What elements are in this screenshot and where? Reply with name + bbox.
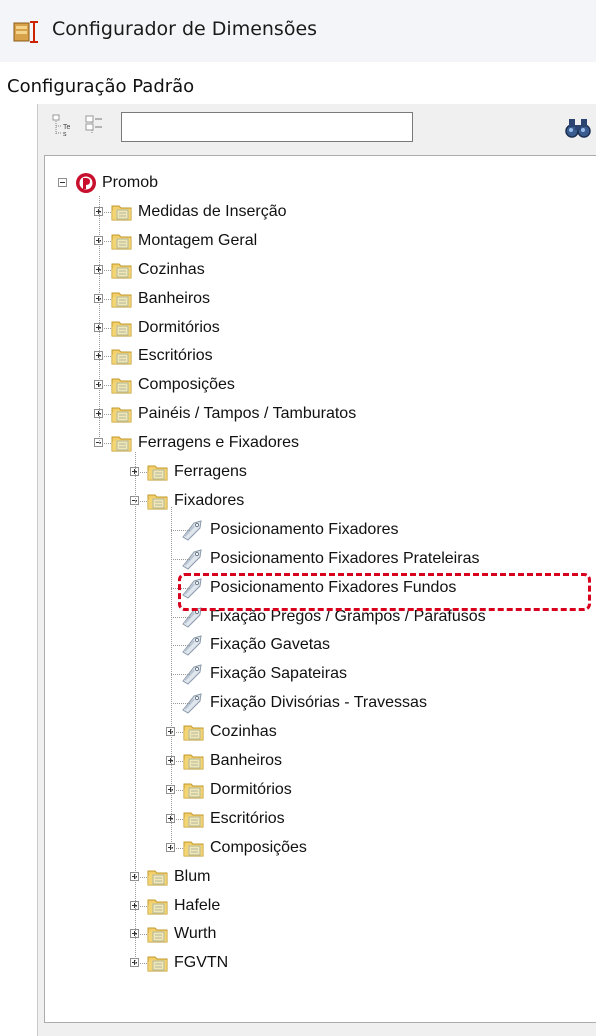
tree-node-label: Fixação Divisórias - Travessas (210, 694, 427, 712)
tree-connector (171, 732, 183, 734)
tree-node-label: FGVTN (174, 954, 229, 972)
tree-connector (171, 558, 190, 560)
expander[interactable] (58, 178, 67, 187)
folder-icon (147, 870, 168, 886)
folder-icon (183, 812, 204, 828)
tree-node-label: Ferragens (174, 463, 247, 480)
tree-connector (171, 761, 183, 762)
configuration-label: Configuração Padrão (7, 76, 195, 97)
tree-connector (135, 472, 147, 473)
folder-icon (183, 841, 204, 857)
tree-node-label: Fixação Gavetas (210, 636, 331, 654)
folder-icon (147, 956, 168, 972)
folder-icon (147, 927, 168, 943)
tree-connector (135, 876, 147, 878)
folder-icon (111, 292, 132, 308)
tree-connector (99, 356, 111, 358)
folder-icon (111, 234, 132, 250)
folder-icon (183, 725, 204, 741)
title-bar: Configurador de Dimensões (0, 0, 596, 62)
tree-connector (99, 385, 111, 387)
folder-icon (111, 349, 132, 365)
collapse-all-icon[interactable] (82, 112, 110, 138)
tree-connector (171, 616, 190, 618)
tree-node-label: Painéis / Tampos / Tamburatos (138, 405, 357, 423)
tree-connector (99, 327, 111, 329)
tree-connector (99, 240, 111, 242)
search-input[interactable] (121, 112, 413, 142)
tree-node-label: Escritórios (138, 347, 213, 365)
folder-icon (147, 465, 168, 481)
tree-connector (99, 195, 100, 444)
tree-node-label: Escritórios (210, 809, 285, 827)
tree-connector (171, 818, 183, 820)
tree-connector (135, 934, 147, 936)
tree-connector (135, 500, 147, 502)
folder-icon (183, 754, 204, 770)
tree-connector (135, 905, 147, 907)
tree-connector (99, 211, 111, 213)
tree-node-label: Cozinhas (210, 723, 277, 741)
tree-connector (99, 414, 111, 416)
tree-node-label: Composições (138, 376, 235, 394)
promob-logo-icon (76, 173, 96, 193)
tree-connector (171, 703, 190, 705)
folder-icon (111, 378, 132, 394)
folder-icon (147, 494, 168, 510)
tree-node-label: Wurth (174, 925, 217, 943)
tree-connector (135, 452, 136, 964)
window-title: Configurador de Dimensões (52, 18, 318, 40)
tree-connector (171, 674, 190, 676)
highlight-box (178, 573, 591, 611)
tree-node-label: Blum (174, 867, 211, 885)
tree-node-label: Banheiros (210, 752, 283, 769)
tree-connector (99, 443, 111, 445)
tree-node-label: Fixação Sapateiras (210, 665, 347, 683)
tree-node-label: Promob (102, 174, 159, 191)
tree-node-label: Hafele (174, 896, 221, 914)
dimension-configurator-icon (13, 21, 38, 43)
tree-node-label: Medidas de Inserção (138, 202, 287, 220)
folder-icon (147, 899, 168, 914)
tree-node-label: Posicionamento Fixadores (210, 520, 399, 538)
tree-connector (171, 506, 172, 848)
tree-connector (99, 269, 111, 271)
tree-node-label: Posicionamento Fixadores Prateleiras (210, 549, 480, 567)
tree-node-label: Fixadores (174, 491, 245, 509)
tree-node-label: Ferragens e Fixadores (138, 434, 299, 452)
tree-node-label: Dormitórios (138, 318, 220, 336)
expand-all-icon[interactable]: Te s (50, 112, 78, 138)
tree-node-label: Composições (210, 838, 307, 856)
tree-node-label: Cozinhas (138, 260, 205, 278)
tree-connector (171, 789, 183, 791)
folder-icon (183, 783, 204, 799)
tree-connector (171, 529, 190, 531)
tree-connector (171, 645, 190, 647)
folder-icon (111, 205, 132, 221)
tree-node-label: Montagem Geral (138, 231, 258, 249)
tree-connector (135, 963, 147, 965)
svg-text:Te: Te (63, 124, 71, 131)
tree-connector (99, 298, 111, 300)
binoculars-icon[interactable] (563, 117, 593, 139)
tree-connector (171, 847, 183, 849)
tree-node-label: Banheiros (138, 289, 211, 307)
folder-icon (111, 321, 132, 336)
tree-node-label: Dormitórios (210, 780, 292, 798)
svg-text:s: s (63, 131, 67, 138)
folder-icon (111, 436, 132, 452)
folder-icon (111, 407, 132, 423)
folder-icon (111, 263, 132, 279)
